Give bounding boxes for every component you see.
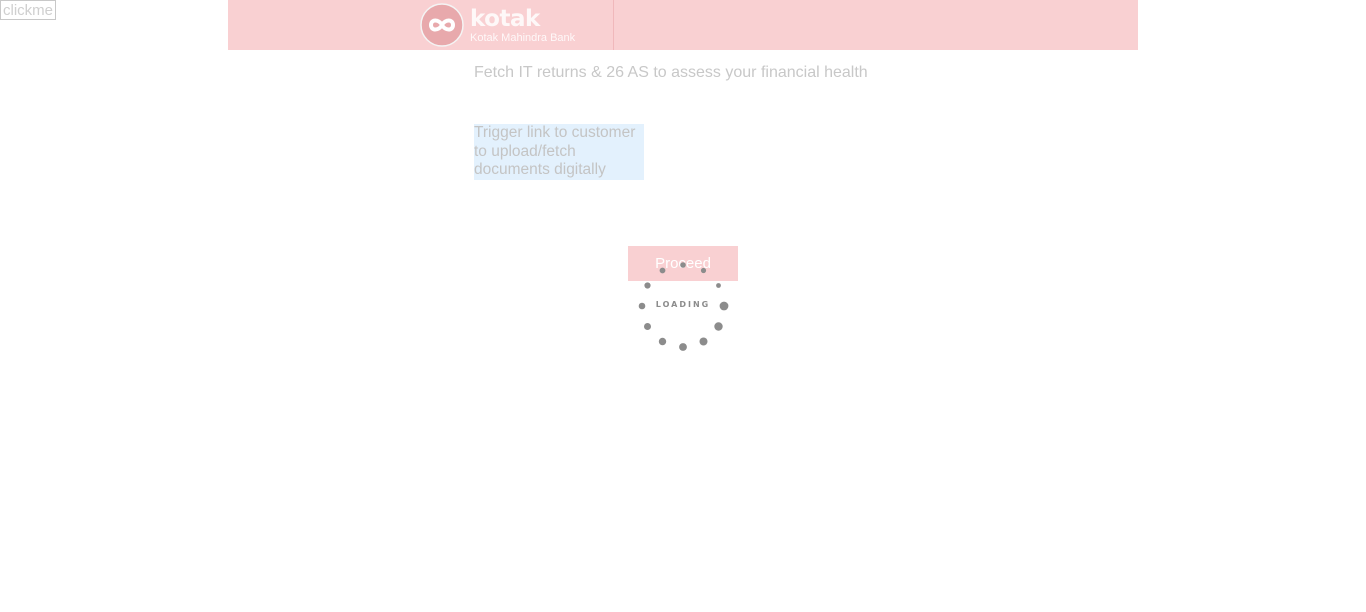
header-divider: [613, 0, 614, 50]
spinner-dot: [699, 337, 708, 346]
loading-text: LOADING: [655, 300, 711, 309]
spinner-dot: [644, 323, 651, 330]
spinner-dot: [716, 283, 721, 288]
header-bar: kotak Kotak Mahindra Bank: [228, 0, 1138, 50]
brand-name: kotak: [470, 5, 540, 32]
brand-subtitle: Kotak Mahindra Bank: [470, 31, 576, 44]
clickme-button[interactable]: clickme: [0, 0, 57, 20]
page-title: Fetch IT returns & 26 AS to assess your …: [474, 64, 868, 81]
spinner-dot: [644, 282, 651, 289]
spinner-dot: [679, 343, 687, 351]
spinner-dot: [680, 262, 686, 268]
kotak-infinity-logo-icon: [420, 3, 464, 47]
loading-spinner: LOADING: [632, 255, 734, 357]
brand-logo[interactable]: kotak Kotak Mahindra Bank: [419, 3, 575, 47]
spinner-dot: [700, 267, 707, 274]
trigger-link-option[interactable]: Trigger link to customer to upload/fetch…: [474, 124, 644, 180]
spinner-dot: [659, 267, 666, 274]
spinner-dot: [714, 322, 723, 331]
spinner-dot: [658, 337, 667, 346]
